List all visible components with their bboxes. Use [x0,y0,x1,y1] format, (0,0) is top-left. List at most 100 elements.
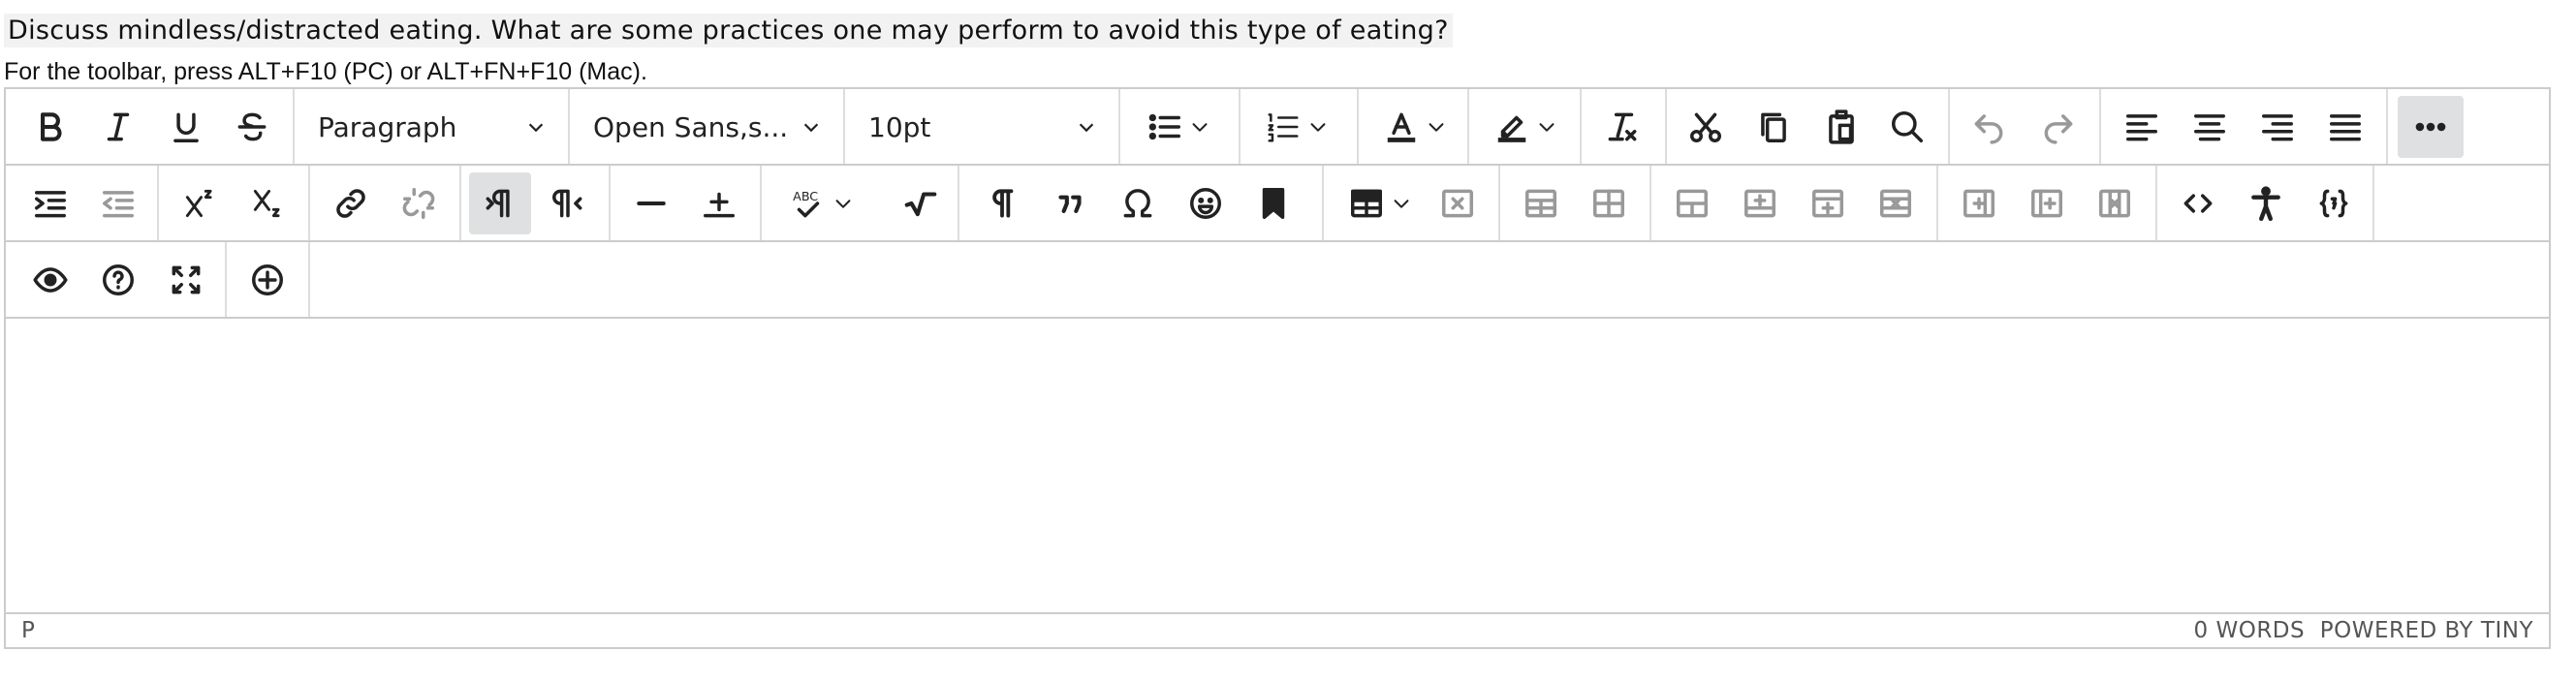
text-color-button[interactable] [1365,96,1465,158]
align-justify-icon [2330,114,2361,141]
insert-column-after-icon [2031,189,2062,218]
align-left-button[interactable] [2111,96,2173,158]
justify-button[interactable] [2314,96,2376,158]
bullet-list-button[interactable] [1128,96,1229,158]
insert-link-button[interactable] [320,172,382,234]
clear-formatting-button[interactable] [1591,96,1653,158]
cut-button[interactable] [1675,96,1737,158]
scissors-icon [1690,112,1721,142]
subscript-button[interactable] [236,172,298,234]
plus-circle-icon [252,264,283,295]
block-format-dropdown[interactable]: Paragraph [295,96,568,158]
merge-cells-icon [1677,189,1708,218]
insert-column-before-button[interactable] [1948,172,2010,234]
delete-column-button[interactable] [2084,172,2146,234]
redo-icon [2044,114,2073,144]
fullscreen-button[interactable] [155,249,217,311]
search-icon [1892,111,1923,142]
clear-formatting-icon [1608,112,1637,141]
table-row-properties-button[interactable] [1510,172,1572,234]
powered-by-link[interactable]: POWERED BY TINY [2320,618,2533,643]
eye-icon [33,267,68,293]
special-character-button[interactable] [1107,172,1169,234]
braces-icon [2319,189,2348,218]
chevron-down-icon [1192,123,1208,132]
chevron-down-icon [1539,123,1555,132]
bookmark-button[interactable] [1242,172,1304,234]
emoticons-button[interactable] [1175,172,1237,234]
underline-button[interactable] [155,96,217,158]
redo-button[interactable] [2027,96,2089,158]
align-center-button[interactable] [2179,96,2241,158]
more-button[interactable] [2398,96,2464,158]
text-color-icon [1387,112,1416,142]
toolbar-row-2: ABC [6,166,2549,242]
horizontal-line-button[interactable] [620,172,682,234]
square-root-icon [904,192,937,217]
indent-button[interactable] [19,172,81,234]
superscript-button[interactable] [169,172,231,234]
paste-button[interactable] [1810,96,1872,158]
delete-table-icon [1442,189,1473,218]
delete-table-button[interactable] [1427,172,1489,234]
find-replace-button[interactable] [1876,96,1938,158]
italic-button[interactable] [87,96,149,158]
undo-button[interactable] [1958,96,2020,158]
font-size-value: 10pt [868,110,931,143]
align-center-icon [2194,114,2225,141]
word-count[interactable]: 0 WORDS [2194,618,2306,643]
bookmark-icon [1262,188,1285,219]
blockquote-button[interactable] [1039,172,1101,234]
indent-icon [35,191,66,218]
question-text: Discuss mindless/distracted eating. What… [4,14,1453,47]
chevron-down-icon [1429,123,1444,132]
chevron-down-icon [1394,200,1409,208]
source-code-button[interactable] [2167,172,2229,234]
font-family-dropdown[interactable]: Open Sans,s... [570,96,843,158]
outdent-icon [103,191,134,218]
copy-button[interactable] [1743,96,1805,158]
remove-link-button[interactable] [388,172,450,234]
insert-row-before-button[interactable] [1729,172,1791,234]
copy-icon [1761,112,1786,142]
chevron-down-icon [803,123,819,133]
math-equation-button[interactable] [890,172,952,234]
outdent-button[interactable] [87,172,149,234]
font-size-dropdown[interactable]: 10pt [845,96,1118,158]
editor-content-area[interactable] [6,319,2549,614]
page-break-button[interactable] [688,172,750,234]
table-cell-properties-button[interactable] [1578,172,1640,234]
mentions-button[interactable] [2303,172,2365,234]
show-blocks-button[interactable] [971,172,1033,234]
numbered-list-button[interactable] [1246,96,1347,158]
highlight-color-button[interactable] [1475,96,1576,158]
code-icon [2183,194,2213,213]
accessibility-checker-button[interactable] [2235,172,2297,234]
ltr-icon [486,189,510,218]
merge-cells-button[interactable] [1661,172,1723,234]
insert-row-after-icon [1812,189,1843,218]
strikethrough-button[interactable] [221,96,283,158]
align-right-button[interactable] [2246,96,2309,158]
underline-icon [173,112,199,142]
rtl-direction-button[interactable] [537,172,599,234]
link-icon [336,189,365,218]
insert-table-button[interactable] [1330,172,1430,234]
insert-row-after-button[interactable] [1797,172,1859,234]
help-button[interactable] [87,249,149,311]
bold-icon [41,112,62,141]
delete-row-button[interactable] [1865,172,1927,234]
delete-row-icon [1880,189,1911,218]
spellcheck-button[interactable]: ABC [771,172,872,234]
insert-content-button[interactable] [236,249,298,311]
preview-button[interactable] [19,249,81,311]
element-path[interactable]: P [21,618,35,643]
insert-column-after-button[interactable] [2016,172,2078,234]
fullscreen-icon [172,265,201,294]
bold-button[interactable] [19,96,81,158]
font-family-value: Open Sans,s... [593,110,789,143]
help-icon [103,264,134,295]
ltr-direction-button[interactable] [469,172,531,234]
highlighter-icon [1497,115,1526,142]
strikethrough-icon [237,112,267,141]
